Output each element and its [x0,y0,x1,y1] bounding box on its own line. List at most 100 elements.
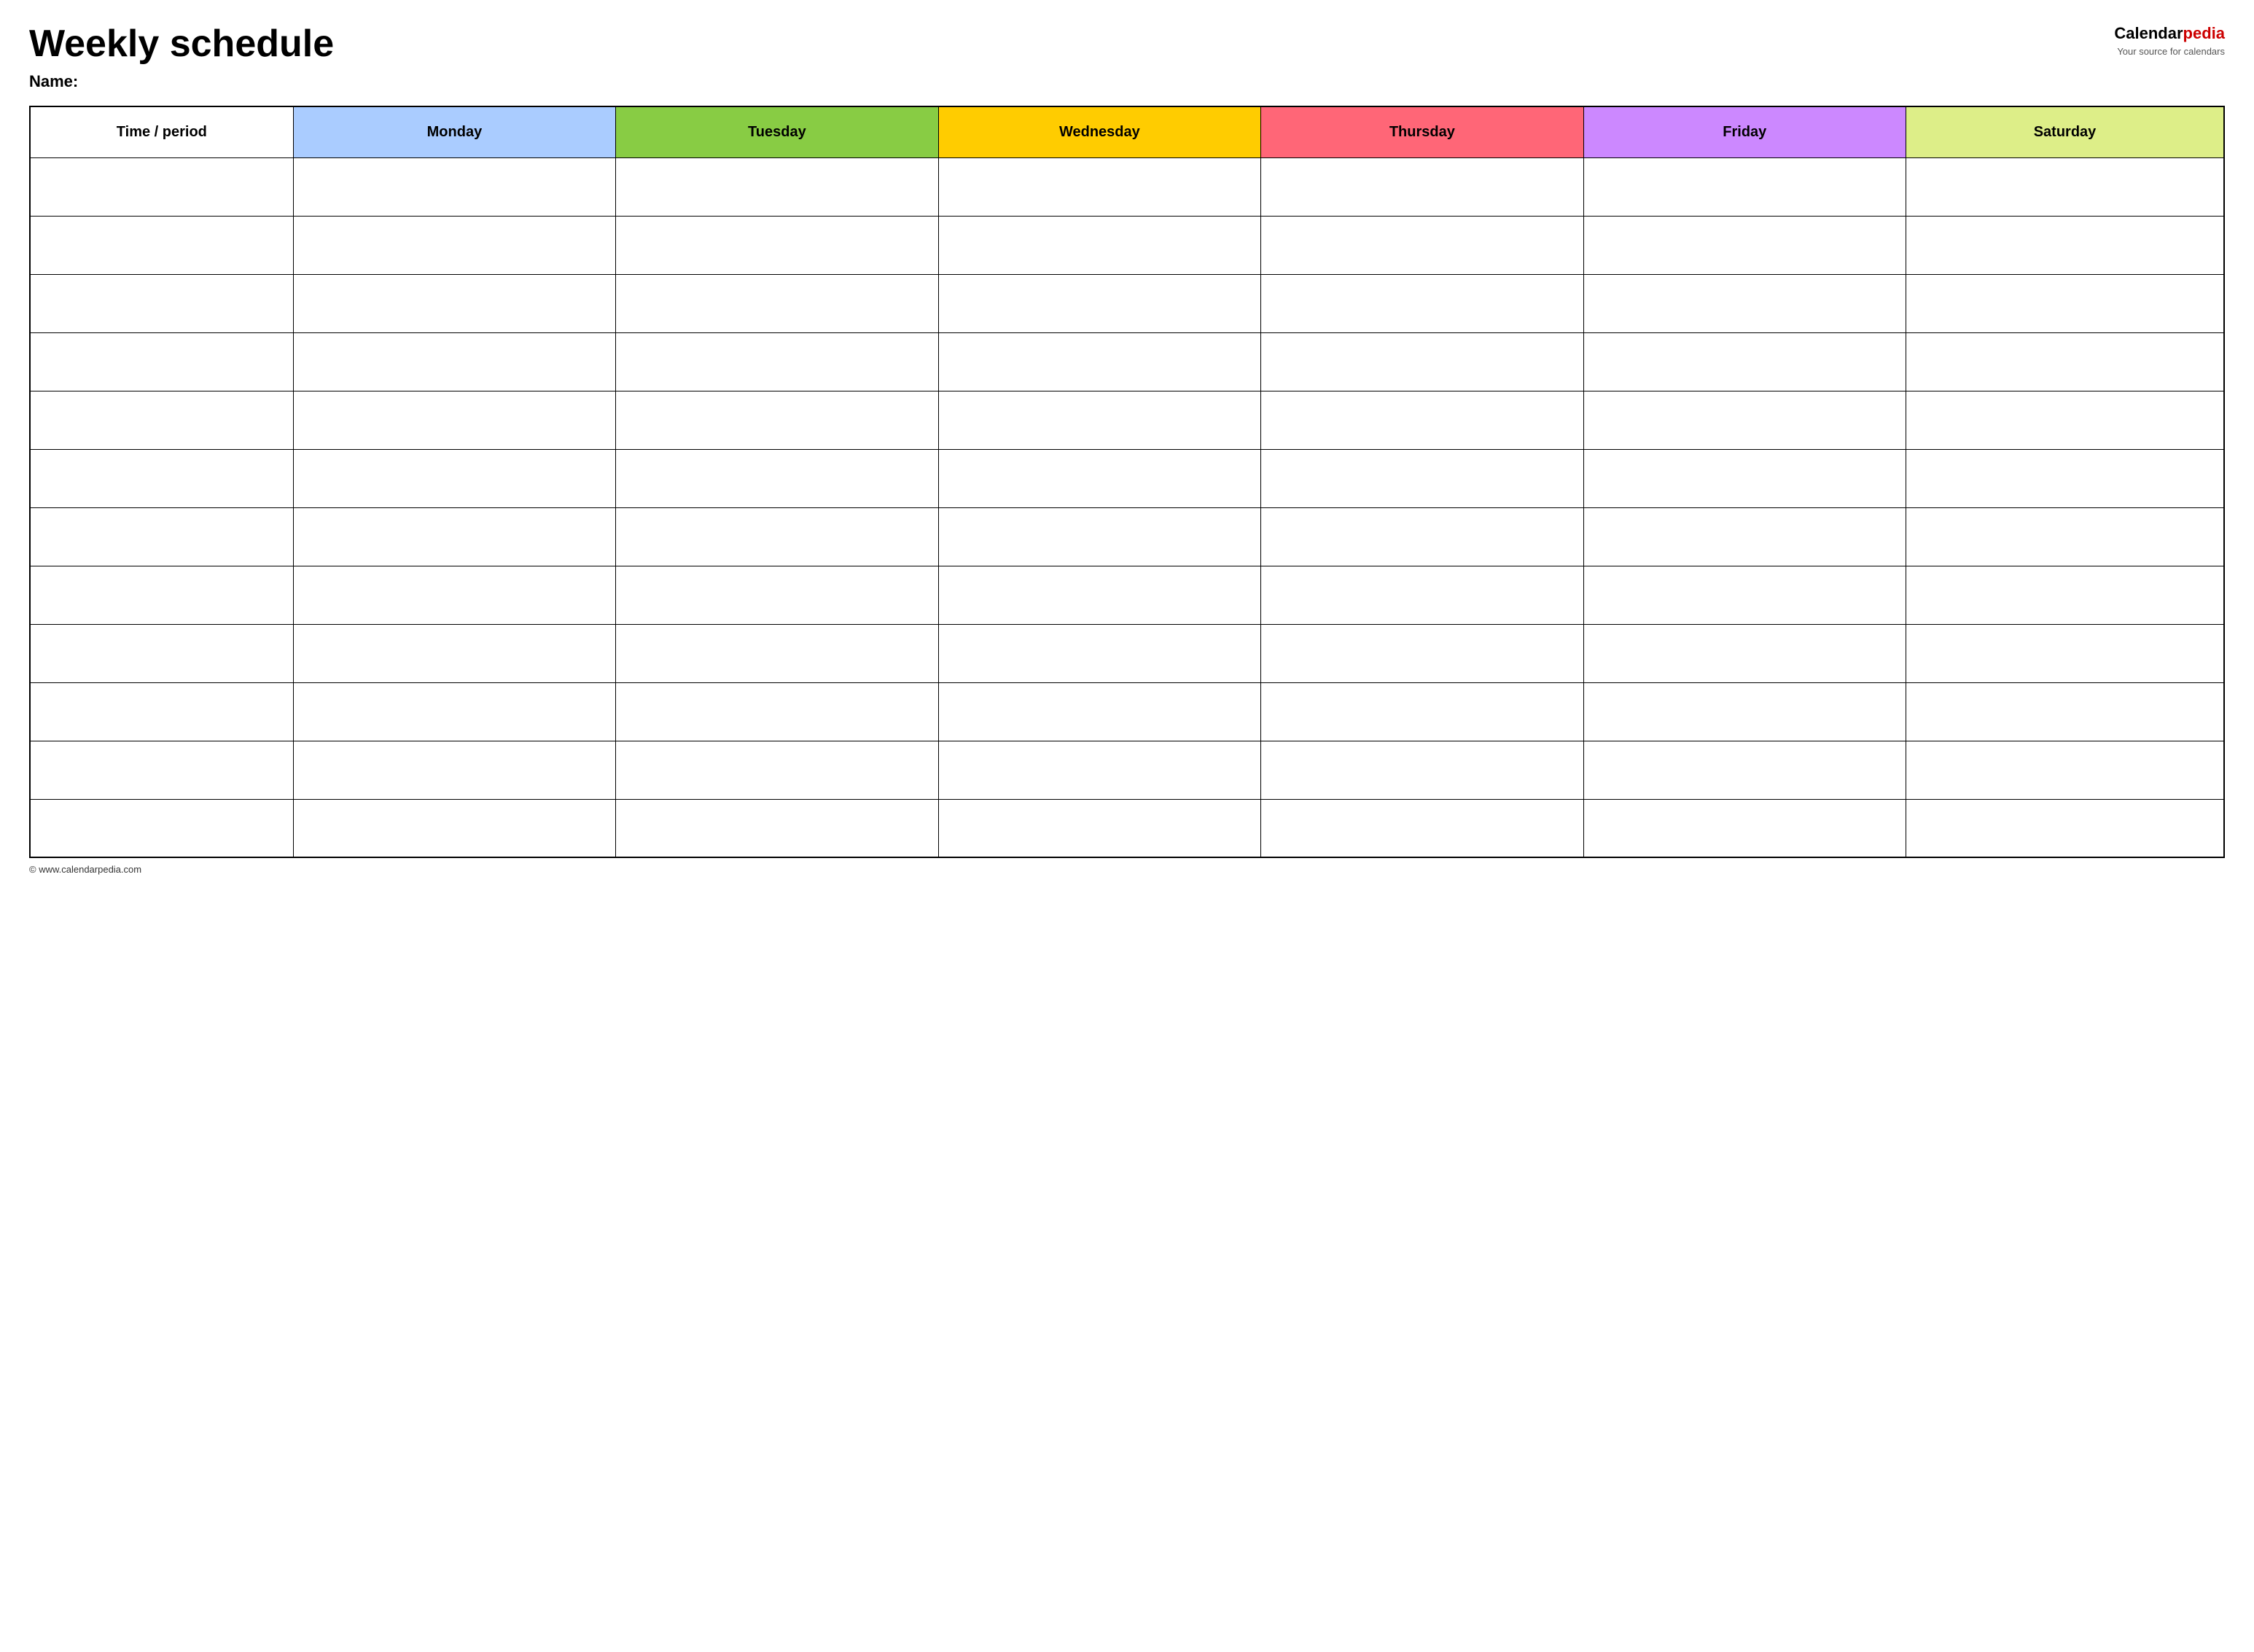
cell-row12-col2[interactable] [616,799,938,857]
cell-row12-col4[interactable] [1261,799,1583,857]
logo-section: Calendarpedia Your source for calendars [2079,23,2225,57]
cell-row2-col4[interactable] [1261,216,1583,274]
cell-row7-col2[interactable] [616,507,938,566]
cell-row11-col3[interactable] [938,741,1260,799]
cell-row10-col3[interactable] [938,682,1260,741]
cell-row3-col3[interactable] [938,274,1260,332]
cell-row2-col1[interactable] [293,216,615,274]
cell-row9-col4[interactable] [1261,624,1583,682]
footer-url: © www.calendarpedia.com [29,864,141,875]
cell-row6-col1[interactable] [293,449,615,507]
cell-row9-col0[interactable] [30,624,293,682]
cell-row5-col2[interactable] [616,391,938,449]
cell-row5-col0[interactable] [30,391,293,449]
logo-tagline: Your source for calendars [2079,46,2225,57]
cell-row6-col3[interactable] [938,449,1260,507]
cell-row7-col5[interactable] [1583,507,1906,566]
cell-row11-col6[interactable] [1906,741,2224,799]
cell-row12-col0[interactable] [30,799,293,857]
cell-row8-col1[interactable] [293,566,615,624]
cell-row3-col4[interactable] [1261,274,1583,332]
cell-row4-col5[interactable] [1583,332,1906,391]
cell-row10-col1[interactable] [293,682,615,741]
table-row [30,216,2224,274]
cell-row9-col3[interactable] [938,624,1260,682]
cell-row9-col5[interactable] [1583,624,1906,682]
cell-row10-col5[interactable] [1583,682,1906,741]
cell-row7-col6[interactable] [1906,507,2224,566]
cell-row7-col4[interactable] [1261,507,1583,566]
cell-row11-col2[interactable] [616,741,938,799]
col-header-monday: Monday [293,106,615,157]
cell-row3-col2[interactable] [616,274,938,332]
table-row [30,507,2224,566]
cell-row11-col5[interactable] [1583,741,1906,799]
cell-row2-col2[interactable] [616,216,938,274]
cell-row7-col1[interactable] [293,507,615,566]
page-title: Weekly schedule [29,23,2079,65]
cell-row4-col0[interactable] [30,332,293,391]
cell-row1-col3[interactable] [938,157,1260,216]
cell-row10-col2[interactable] [616,682,938,741]
cell-row5-col5[interactable] [1583,391,1906,449]
cell-row4-col4[interactable] [1261,332,1583,391]
col-header-saturday: Saturday [1906,106,2224,157]
cell-row6-col4[interactable] [1261,449,1583,507]
cell-row12-col1[interactable] [293,799,615,857]
col-header-wednesday: Wednesday [938,106,1260,157]
table-row [30,566,2224,624]
cell-row12-col6[interactable] [1906,799,2224,857]
cell-row4-col1[interactable] [293,332,615,391]
schedule-table: Time / period Monday Tuesday Wednesday T… [29,106,2225,858]
name-label: Name: [29,72,2079,91]
cell-row2-col6[interactable] [1906,216,2224,274]
cell-row11-col0[interactable] [30,741,293,799]
cell-row9-col1[interactable] [293,624,615,682]
cell-row3-col6[interactable] [1906,274,2224,332]
col-header-friday: Friday [1583,106,1906,157]
cell-row3-col1[interactable] [293,274,615,332]
cell-row6-col5[interactable] [1583,449,1906,507]
cell-row12-col5[interactable] [1583,799,1906,857]
cell-row6-col2[interactable] [616,449,938,507]
table-row [30,624,2224,682]
table-row [30,449,2224,507]
cell-row6-col0[interactable] [30,449,293,507]
cell-row10-col6[interactable] [1906,682,2224,741]
cell-row8-col5[interactable] [1583,566,1906,624]
cell-row1-col6[interactable] [1906,157,2224,216]
cell-row11-col1[interactable] [293,741,615,799]
cell-row4-col2[interactable] [616,332,938,391]
cell-row11-col4[interactable] [1261,741,1583,799]
cell-row9-col2[interactable] [616,624,938,682]
cell-row2-col0[interactable] [30,216,293,274]
cell-row7-col0[interactable] [30,507,293,566]
cell-row1-col4[interactable] [1261,157,1583,216]
cell-row8-col0[interactable] [30,566,293,624]
cell-row4-col3[interactable] [938,332,1260,391]
cell-row1-col5[interactable] [1583,157,1906,216]
cell-row8-col2[interactable] [616,566,938,624]
cell-row10-col4[interactable] [1261,682,1583,741]
cell-row2-col5[interactable] [1583,216,1906,274]
cell-row5-col4[interactable] [1261,391,1583,449]
cell-row5-col3[interactable] [938,391,1260,449]
cell-row3-col5[interactable] [1583,274,1906,332]
table-row [30,741,2224,799]
cell-row2-col3[interactable] [938,216,1260,274]
cell-row6-col6[interactable] [1906,449,2224,507]
cell-row1-col1[interactable] [293,157,615,216]
cell-row5-col1[interactable] [293,391,615,449]
cell-row3-col0[interactable] [30,274,293,332]
cell-row1-col2[interactable] [616,157,938,216]
cell-row12-col3[interactable] [938,799,1260,857]
cell-row8-col3[interactable] [938,566,1260,624]
cell-row1-col0[interactable] [30,157,293,216]
cell-row4-col6[interactable] [1906,332,2224,391]
cell-row7-col3[interactable] [938,507,1260,566]
cell-row10-col0[interactable] [30,682,293,741]
cell-row8-col4[interactable] [1261,566,1583,624]
cell-row5-col6[interactable] [1906,391,2224,449]
cell-row9-col6[interactable] [1906,624,2224,682]
cell-row8-col6[interactable] [1906,566,2224,624]
